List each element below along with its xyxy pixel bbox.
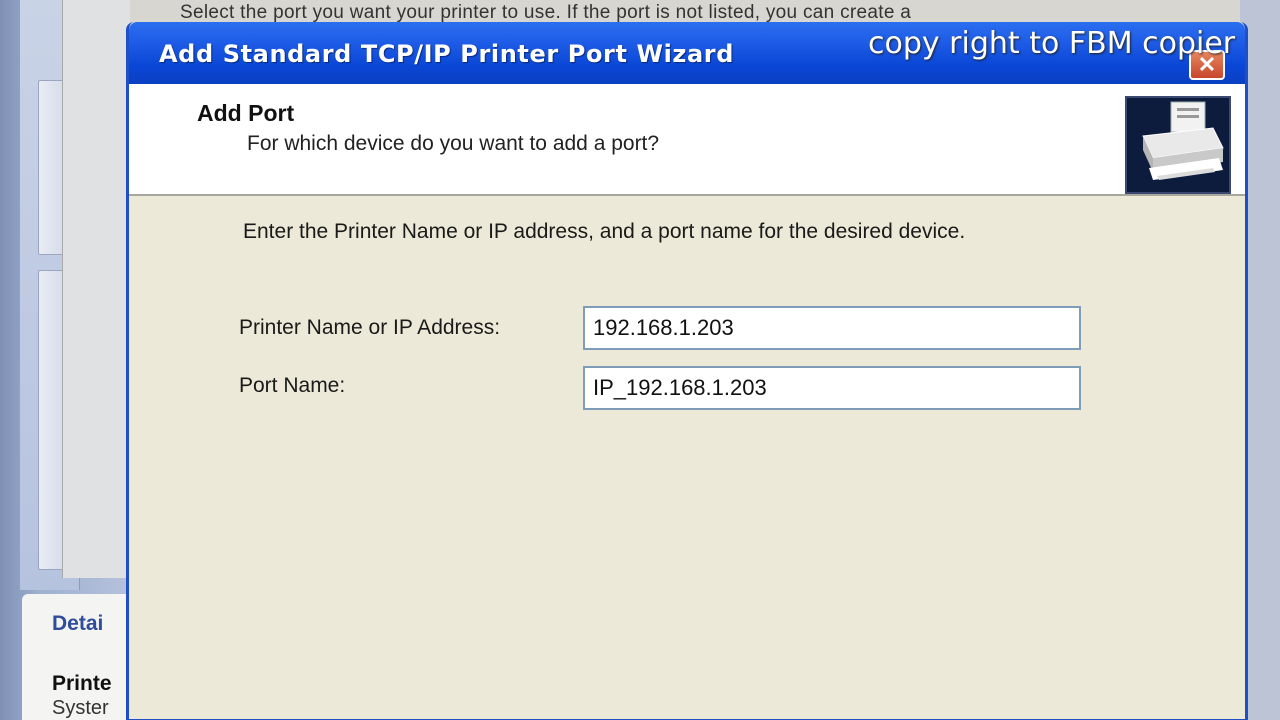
port-name-label: Port Name: — [239, 374, 346, 397]
printer-name-label: Printer Name or IP Address: — [239, 316, 501, 339]
background-instruction-text: Select the port you want your printer to… — [180, 2, 912, 23]
port-name-input[interactable] — [583, 366, 1081, 410]
header-title: Add Port — [197, 100, 295, 126]
details-printer-label: Printe — [52, 672, 112, 695]
wizard-header: Add Port For which device do you want to… — [129, 84, 1245, 196]
printer-icon — [1125, 96, 1231, 194]
tcpip-port-wizard-dialog: Add Standard TCP/IP Printer Port Wizard … — [126, 22, 1248, 720]
instruction-text: Enter the Printer Name or IP address, an… — [243, 220, 966, 243]
details-system-label: Syster — [52, 697, 109, 719]
dialog-title: Add Standard TCP/IP Printer Port Wizard — [159, 40, 734, 68]
details-title: Detai — [52, 612, 104, 635]
watermark-text: copy right to FBM copier — [868, 26, 1236, 61]
printer-name-input[interactable] — [583, 306, 1081, 350]
header-subtitle: For which device do you want to add a po… — [247, 132, 660, 155]
background-list-panel — [62, 0, 130, 578]
